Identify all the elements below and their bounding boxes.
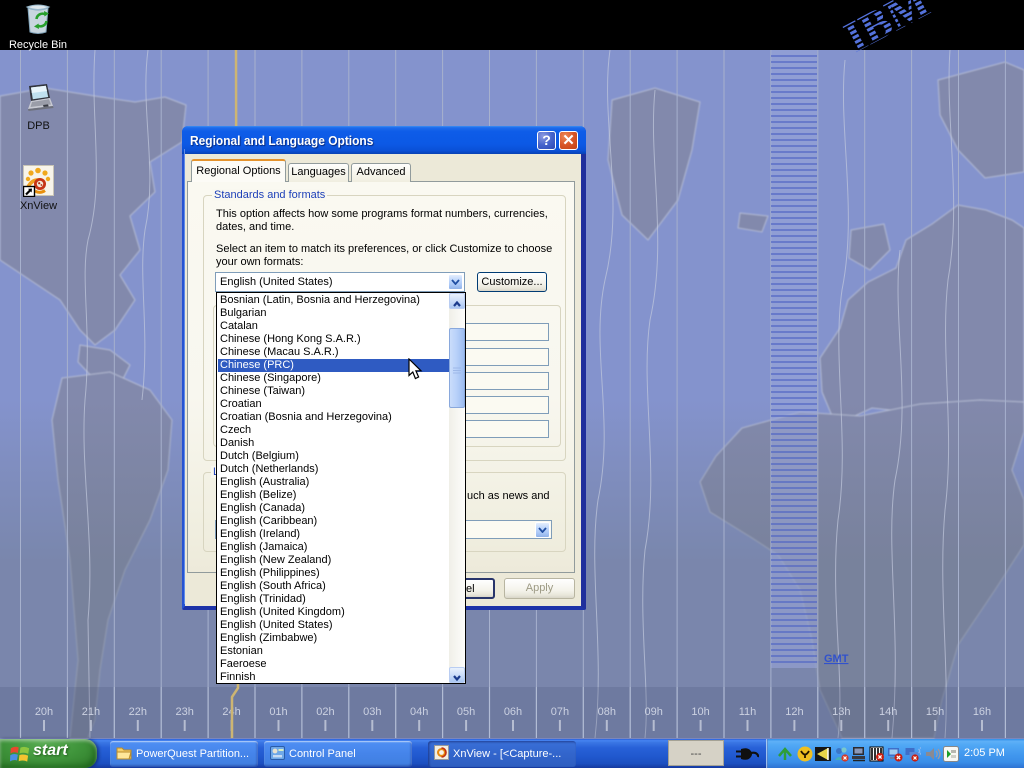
svg-text:10h: 10h	[691, 706, 709, 718]
svg-text:02h: 02h	[316, 706, 334, 718]
svg-text:09h: 09h	[645, 706, 663, 718]
svg-text:GMT: GMT	[824, 653, 849, 665]
svg-text:08h: 08h	[598, 706, 616, 718]
svg-text:15h: 15h	[926, 706, 944, 718]
svg-text:13h: 13h	[832, 706, 850, 718]
svg-text:03h: 03h	[363, 706, 381, 718]
svg-text:21h: 21h	[82, 706, 100, 718]
svg-text:04h: 04h	[410, 706, 428, 718]
svg-text:22h: 22h	[129, 706, 147, 718]
svg-text:07h: 07h	[551, 706, 569, 718]
svg-text:01h: 01h	[269, 706, 287, 718]
svg-text:05h: 05h	[457, 706, 475, 718]
svg-text:14h: 14h	[879, 706, 897, 718]
svg-text:20h: 20h	[35, 706, 53, 718]
svg-text:12h: 12h	[785, 706, 803, 718]
svg-text:23h: 23h	[176, 706, 194, 718]
svg-text:06h: 06h	[504, 706, 522, 718]
svg-text:11h: 11h	[739, 706, 757, 718]
svg-text:16h: 16h	[973, 706, 991, 718]
